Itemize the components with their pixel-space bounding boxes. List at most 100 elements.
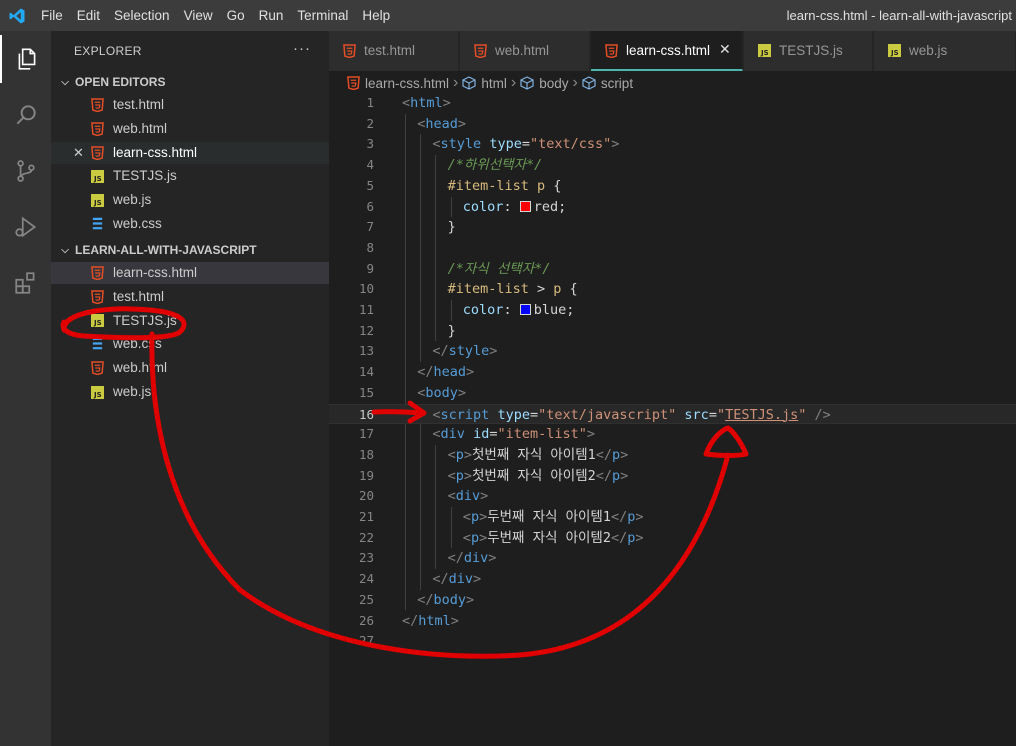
file-name: web.html: [113, 120, 168, 136]
tab-web-html[interactable]: web.html: [460, 31, 590, 71]
menu-edit[interactable]: Edit: [70, 0, 107, 31]
tab-test-html[interactable]: test.html: [329, 31, 459, 71]
js-file-icon: JS: [888, 44, 902, 58]
tab-web-js[interactable]: JS web.js: [874, 31, 1016, 71]
line-code: }: [448, 217, 456, 238]
code-line[interactable]: 17 <div id="item-list">: [329, 424, 1016, 445]
token: p: [612, 446, 621, 463]
line-number: 8: [366, 239, 374, 255]
section-workspace[interactable]: ⌵ LEARN-ALL-WITH-JAVASCRIPT: [51, 239, 329, 261]
token: /*자식 선택자*/: [447, 260, 551, 277]
breadcrumb-item[interactable]: script: [582, 76, 633, 91]
source-control-icon[interactable]: [0, 147, 51, 195]
code-line[interactable]: 11 color: blue;: [329, 300, 1016, 321]
menu-go[interactable]: Go: [220, 0, 252, 31]
explorer-icon[interactable]: [0, 35, 51, 83]
token: <: [432, 426, 441, 443]
more-actions-icon[interactable]: ···: [293, 40, 311, 57]
file-item[interactable]: ✕ learn-css.html: [51, 141, 329, 164]
file-item[interactable]: learn-css.html: [51, 262, 329, 284]
file-item[interactable]: web.css: [51, 333, 329, 355]
file-item[interactable]: JS TESTJS.js: [51, 310, 329, 332]
code-line[interactable]: 9 /*자식 선택자*/: [329, 259, 1016, 280]
close-icon[interactable]: ✕: [73, 145, 84, 161]
token: <: [402, 95, 411, 111]
line-number: 19: [358, 467, 374, 483]
code-line[interactable]: 23 </div>: [329, 548, 1016, 569]
code-line[interactable]: 18 <p>첫번째 자식 아이템1</p>: [329, 445, 1016, 466]
file-item[interactable]: JS TESTJS.js: [51, 165, 329, 187]
code-line[interactable]: 21 <p>두번째 자식 아이템1</p>: [329, 507, 1016, 528]
token: body: [425, 384, 458, 401]
line-code: #item-list p {: [448, 176, 562, 197]
code-line[interactable]: 20 <div>: [329, 486, 1016, 507]
code-line[interactable]: 10 #item-list > p {: [329, 279, 1016, 300]
line-number: 16: [358, 406, 374, 422]
color-swatch[interactable]: [519, 200, 531, 212]
line-code: </style>: [432, 341, 497, 362]
breadcrumb-item[interactable]: learn-css.html: [347, 76, 449, 91]
code-line[interactable]: 1 <html>: [329, 93, 1016, 114]
extensions-icon[interactable]: [0, 259, 51, 307]
color-swatch[interactable]: [519, 304, 531, 315]
code-line[interactable]: 25 </body>: [329, 590, 1016, 611]
code-line[interactable]: 2 <head>: [329, 114, 1016, 135]
close-tab-icon[interactable]: ✕: [719, 41, 731, 58]
file-item[interactable]: test.html: [51, 286, 329, 308]
code-line[interactable]: 15 <body>: [329, 383, 1016, 404]
tab-label: web.js: [909, 43, 948, 58]
file-item[interactable]: web.html: [51, 357, 329, 379]
breadcrumb-item[interactable]: html: [462, 76, 507, 91]
file-item[interactable]: web.html: [51, 118, 329, 140]
js-file-icon: JS: [90, 193, 104, 207]
line-code: <head>: [417, 114, 466, 135]
token: >: [620, 467, 629, 484]
file-item[interactable]: JS web.js: [51, 381, 329, 403]
code-line[interactable]: 27: [329, 631, 1016, 652]
menu-help[interactable]: Help: [355, 0, 397, 31]
code-line[interactable]: 19 <p>첫번째 자식 아이템2</p>: [329, 466, 1016, 487]
token: {: [561, 281, 578, 298]
code-line[interactable]: 26 </html>: [329, 611, 1016, 632]
section-title: LEARN-ALL-WITH-JAVASCRIPT: [75, 243, 257, 257]
code-line[interactable]: 3 <style type="text/css">: [329, 134, 1016, 155]
menu-view[interactable]: View: [177, 0, 220, 31]
code-line[interactable]: 12}: [329, 321, 1016, 342]
line-number: 12: [358, 322, 374, 338]
menu-terminal[interactable]: Terminal: [290, 0, 355, 31]
code-line[interactable]: 16 <script type="text/javascript" src="TE…: [329, 403, 1016, 425]
code-line[interactable]: 6 color: red;: [329, 197, 1016, 218]
code-line[interactable]: 13 </style>: [329, 341, 1016, 362]
file-item[interactable]: JS web.js: [51, 189, 329, 211]
code-line[interactable]: 5 #item-list p {: [329, 176, 1016, 197]
file-name: learn-css.html: [113, 144, 198, 160]
code-line[interactable]: 7}: [329, 217, 1016, 238]
breadcrumb-item[interactable]: body: [520, 76, 568, 91]
code-line[interactable]: 14 </head>: [329, 362, 1016, 383]
line-number: 10: [358, 281, 374, 297]
token: >: [479, 529, 488, 546]
svg-text:JS: JS: [890, 49, 899, 57]
menu-file[interactable]: File: [34, 0, 70, 31]
token: color: [462, 302, 504, 318]
file-name: web.css: [113, 216, 162, 231]
search-icon[interactable]: [0, 91, 51, 139]
file-item[interactable]: web.css: [51, 213, 329, 235]
menu-run[interactable]: Run: [252, 0, 291, 31]
breadcrumb-label: body: [539, 75, 569, 91]
code-line[interactable]: 24 </div>: [329, 569, 1016, 590]
section-open-editors[interactable]: ⌵ OPEN EDITORS: [51, 71, 329, 93]
file-name: test.html: [113, 288, 165, 304]
code-line[interactable]: 8: [329, 238, 1016, 259]
file-item[interactable]: test.html: [51, 94, 329, 116]
tab-learn-css-html[interactable]: learn-css.html ✕: [591, 31, 743, 71]
line-code: </body>: [417, 590, 474, 611]
css-file-icon: [90, 217, 104, 231]
tab-TESTJS-js[interactable]: JS TESTJS.js: [744, 31, 873, 71]
run-debug-icon[interactable]: [0, 203, 51, 251]
line-number: 1: [366, 95, 374, 110]
token: >: [635, 509, 644, 525]
code-line[interactable]: 22 <p>두번째 자식 아이템2</p>: [329, 528, 1016, 549]
menu-selection[interactable]: Selection: [107, 0, 177, 31]
code-line[interactable]: 4 /*하위선택자*/: [329, 155, 1016, 176]
